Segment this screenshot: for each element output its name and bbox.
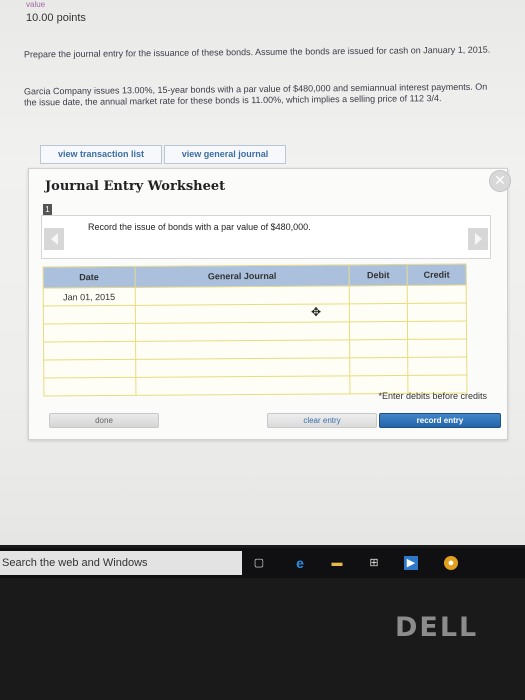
date-cell[interactable] <box>43 323 136 342</box>
question-prompt: Prepare the journal entry for the issuan… <box>23 44 491 60</box>
credit-cell[interactable] <box>407 339 467 358</box>
journal-entry-worksheet: ✕ Journal Entry Worksheet 1 Record the i… <box>28 168 511 440</box>
points-label: 10.00 points <box>26 12 86 24</box>
mouse-cursor-icon: ✥ <box>311 305 322 319</box>
task-view-icon[interactable]: ▢ <box>252 556 266 570</box>
column-header-general-journal: General Journal <box>134 264 350 288</box>
entry-description: Record the issue of bonds with a par val… <box>88 222 311 232</box>
credit-cell[interactable] <box>407 285 467 304</box>
clear-entry-button[interactable]: clear entry <box>267 413 377 428</box>
windows-taskbar: Search the web and Windows ▢ e ▬ ⊞ ▶ ● <box>0 548 525 578</box>
record-entry-button[interactable]: record entry <box>379 413 501 428</box>
column-header-date: Date <box>43 266 135 288</box>
debit-cell[interactable] <box>349 303 408 322</box>
date-cell[interactable] <box>43 359 136 378</box>
entry-description-box: Record the issue of bonds with a par val… <box>41 215 491 259</box>
debits-before-credits-note: *Enter debits before credits <box>378 391 487 401</box>
chrome-icon[interactable]: ● <box>444 556 458 570</box>
previous-arrow-icon[interactable] <box>44 228 64 250</box>
journal-table: Date General Journal Debit Credit Jan 01… <box>43 264 468 397</box>
credit-cell[interactable] <box>407 321 467 340</box>
account-cell[interactable] <box>134 285 350 306</box>
credit-cell[interactable] <box>407 357 467 376</box>
browser-screen: value 10.00 points Prepare the journal e… <box>0 0 525 545</box>
debit-cell[interactable] <box>349 339 408 358</box>
worksheet-title: Journal Entry Worksheet <box>45 179 226 194</box>
column-header-credit: Credit <box>407 264 467 286</box>
account-cell[interactable] <box>135 321 350 342</box>
question-scenario: Garcia Company issues 13.00%, 15-year bo… <box>23 81 488 108</box>
debit-cell[interactable] <box>349 321 408 340</box>
account-cell[interactable] <box>135 375 351 396</box>
view-general-journal-button[interactable]: view general journal <box>164 145 286 164</box>
edge-icon[interactable]: e <box>293 556 307 570</box>
media-icon[interactable]: ▶ <box>404 556 418 570</box>
file-explorer-icon[interactable]: ▬ <box>330 556 344 570</box>
date-cell[interactable] <box>43 341 136 360</box>
done-button[interactable]: done <box>49 413 159 428</box>
date-cell[interactable]: Jan 01, 2015 <box>43 287 136 306</box>
dell-logo: DELL <box>395 612 479 643</box>
step-number: 1 <box>43 204 52 215</box>
account-cell[interactable] <box>135 339 350 360</box>
debit-cell[interactable] <box>349 285 408 304</box>
debit-cell[interactable] <box>349 357 408 376</box>
close-icon[interactable]: ✕ <box>489 170 511 192</box>
account-cell[interactable] <box>135 357 351 378</box>
taskbar-search-input[interactable]: Search the web and Windows <box>0 551 242 575</box>
value-label: value <box>26 0 46 9</box>
credit-cell[interactable] <box>407 303 467 322</box>
store-icon[interactable]: ⊞ <box>367 556 381 570</box>
column-header-debit: Debit <box>349 264 408 286</box>
next-arrow-icon[interactable] <box>468 228 488 250</box>
date-cell[interactable] <box>43 377 136 396</box>
date-cell[interactable] <box>43 305 136 324</box>
view-transaction-list-button[interactable]: view transaction list <box>40 145 162 164</box>
